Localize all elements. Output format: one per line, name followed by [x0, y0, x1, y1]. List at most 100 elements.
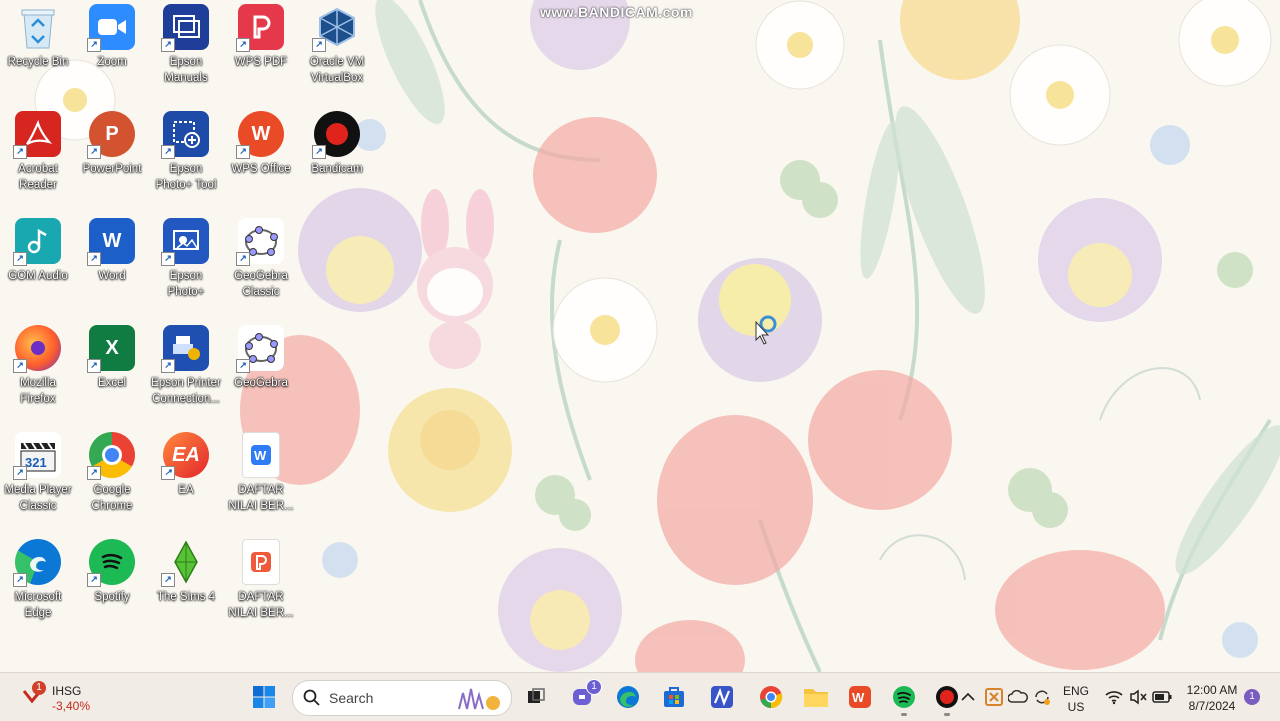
desktop-icon-epson-printer[interactable]: ↗ Epson Printer Connection... — [149, 325, 223, 407]
taskbar-chrome-button[interactable] — [755, 681, 787, 713]
taskbar-app-button[interactable] — [706, 681, 738, 713]
geogebra-classic-icon: ↗ — [236, 218, 284, 266]
excel-icon: X ↗ — [87, 325, 135, 373]
cloud-icon — [1008, 690, 1028, 703]
taskbar-search-box[interactable]: Search — [292, 680, 512, 716]
tray-app-button[interactable] — [982, 681, 1006, 713]
virtualbox-icon: ↗ — [312, 4, 360, 52]
wps-pdf-file-icon — [242, 539, 280, 585]
desktop-icon-firefox[interactable]: ↗ Mozilla Firefox — [1, 325, 75, 407]
spotify-icon: ↗ — [87, 539, 135, 587]
epson-manuals-icon: ↗ — [161, 4, 209, 52]
store-icon — [664, 687, 684, 707]
shortcut-arrow-icon: ↗ — [236, 38, 250, 52]
desktop-icon-daftar-nilai-doc[interactable]: W DAFTAR NILAI BER... — [224, 432, 298, 514]
geogebra-icon: ↗ — [236, 325, 284, 373]
desktop-icon-powerpoint[interactable]: P ↗ PowerPoint — [75, 111, 149, 177]
desktop-icon-gom-audio[interactable]: ↗ GOM Audio — [1, 218, 75, 284]
clock-date: 8/7/2024 — [1188, 699, 1236, 713]
zoom-icon: ↗ — [87, 4, 135, 52]
tray-app-icon — [985, 688, 1003, 706]
battery-button[interactable] — [1150, 681, 1174, 713]
recycle-bin-icon — [15, 4, 61, 50]
shortcut-arrow-icon: ↗ — [87, 573, 101, 587]
bandicam-icon: ↗ — [312, 111, 360, 159]
show-hidden-icons-button[interactable] — [956, 681, 980, 713]
volume-button[interactable] — [1126, 681, 1150, 713]
search-icon — [303, 689, 320, 706]
desktop-icon-media-player-classic[interactable]: 321 ↗ Media Player Classic — [1, 432, 75, 514]
whiteboard-icon — [711, 686, 733, 708]
region-code: US — [1067, 700, 1085, 714]
clock[interactable]: 12:00 AM 8/7/2024 — [1180, 682, 1244, 714]
desktop-icon-geogebra[interactable]: ↗ GeoGebra — [224, 325, 298, 391]
shortcut-arrow-icon: ↗ — [13, 252, 27, 266]
shortcut-arrow-icon: ↗ — [161, 38, 175, 52]
svg-text:321: 321 — [25, 455, 47, 470]
stock-widget[interactable]: 1 IHSG -3,40% — [18, 681, 128, 715]
desktop-icon-spotify[interactable]: ↗ Spotify — [75, 539, 149, 605]
clock-time: 12:00 AM — [1186, 683, 1238, 697]
desktop-icon-daftar-nilai-pdf[interactable]: DAFTAR NILAI BER... — [224, 539, 298, 621]
language-code: ENG — [1062, 684, 1089, 698]
wifi-button[interactable] — [1102, 681, 1126, 713]
desktop-icon-word[interactable]: W ↗ Word — [75, 218, 149, 284]
desktop-icon-google-chrome[interactable]: ↗ Google Chrome — [75, 432, 149, 514]
onedrive-button[interactable] — [1006, 681, 1030, 713]
task-view-button[interactable] — [520, 681, 552, 713]
teams-chat-button[interactable]: 1 — [568, 679, 602, 713]
desktop-icon-geogebra-classic[interactable]: ↗ GeoGebra Classic — [224, 218, 298, 300]
notification-badge[interactable]: 1 — [1244, 689, 1260, 705]
desktop-icon-ea[interactable]: EA ↗ EA — [149, 432, 223, 498]
taskbar-file-explorer-button[interactable] — [800, 681, 832, 713]
shortcut-arrow-icon: ↗ — [13, 573, 27, 587]
wps-office-icon: W — [849, 686, 871, 708]
shortcut-arrow-icon: ↗ — [312, 145, 326, 159]
desktop-icon-wps-office[interactable]: W ↗ WPS Office — [224, 111, 298, 177]
taskbar: 1 IHSG -3,40% Search 1 W ENG US 12:00 AM… — [0, 672, 1280, 721]
desktop-icon-excel[interactable]: X ↗ Excel — [75, 325, 149, 391]
input-language-indicator[interactable]: ENG US — [1060, 683, 1092, 715]
taskbar-store-button[interactable] — [658, 681, 690, 713]
desktop-icon-epson-photo-tool[interactable]: ↗ Epson Photo+ Tool — [149, 111, 223, 193]
shortcut-arrow-icon: ↗ — [161, 466, 175, 480]
desktop-icon-wps-pdf[interactable]: ↗ WPS PDF — [224, 4, 298, 70]
desktop-icon-virtualbox[interactable]: ↗ Oracle VM VirtualBox — [300, 4, 374, 86]
desktop-icon-zoom[interactable]: ↗ Zoom — [75, 4, 149, 70]
chevron-up-icon — [961, 692, 975, 701]
shortcut-arrow-icon: ↗ — [161, 145, 175, 159]
shortcut-arrow-icon: ↗ — [236, 359, 250, 373]
stock-change: -3,40% — [52, 699, 91, 713]
taskbar-wps-office-button[interactable]: W — [844, 681, 876, 713]
shortcut-arrow-icon: ↗ — [87, 359, 101, 373]
desktop-icon-acrobat-reader[interactable]: ↗ Acrobat Reader — [1, 111, 75, 193]
shortcut-arrow-icon: ↗ — [236, 252, 250, 266]
word-icon: W ↗ — [87, 218, 135, 266]
windows-logo-icon — [253, 686, 275, 708]
edge-icon: ↗ — [13, 539, 61, 587]
desktop-icon-the-sims-4[interactable]: ↗ The Sims 4 — [149, 539, 223, 605]
bandicam-watermark: www.BANDICAM.com — [540, 4, 693, 20]
desktop-icon-microsoft-edge[interactable]: ↗ Microsoft Edge — [1, 539, 75, 621]
shortcut-arrow-icon: ↗ — [161, 359, 175, 373]
desktop-icon-epson-manuals[interactable]: ↗ Epson Manuals — [149, 4, 223, 86]
taskbar-edge-button[interactable] — [612, 681, 644, 713]
shortcut-arrow-icon: ↗ — [161, 252, 175, 266]
desktop-icon-epson-photo[interactable]: ↗ Epson Photo+ — [149, 218, 223, 300]
shortcut-arrow-icon: ↗ — [13, 466, 27, 480]
taskbar-spotify-button[interactable] — [888, 681, 920, 713]
search-highlight-art-icon — [458, 688, 500, 710]
chrome-icon: ↗ — [87, 432, 135, 480]
desktop-icon-bandicam[interactable]: ↗ Bandicam — [300, 111, 374, 177]
desktop-icon-recycle-bin[interactable]: Recycle Bin — [1, 4, 75, 70]
shortcut-arrow-icon: ↗ — [87, 145, 101, 159]
shortcut-arrow-icon: ↗ — [236, 145, 250, 159]
volume-muted-icon — [1130, 689, 1147, 705]
start-button[interactable] — [248, 681, 280, 713]
sync-status-button[interactable] — [1030, 681, 1054, 713]
shortcut-arrow-icon: ↗ — [312, 38, 326, 52]
wps-pdf-icon: ↗ — [236, 4, 284, 52]
running-indicator — [944, 713, 950, 716]
powerpoint-icon: P ↗ — [87, 111, 135, 159]
stock-badge: 1 — [32, 681, 46, 695]
